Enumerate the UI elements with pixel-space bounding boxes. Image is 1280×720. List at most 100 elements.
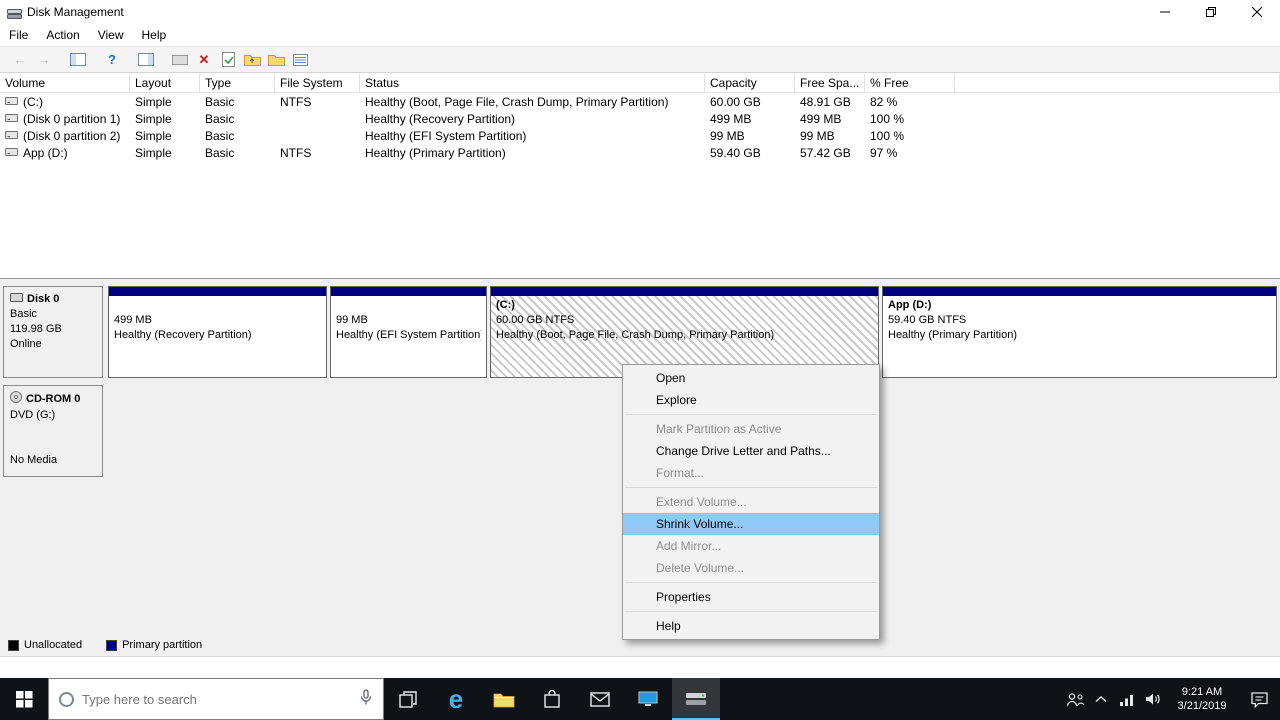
action-center-icon[interactable] bbox=[1238, 678, 1280, 720]
screen: Disk Management File Action View Help ← … bbox=[0, 0, 1280, 720]
column-header-free-space[interactable]: Free Spa... bbox=[795, 74, 865, 92]
up-folder-icon[interactable] bbox=[240, 49, 264, 71]
folder-icon[interactable] bbox=[264, 49, 288, 71]
partition-d[interactable]: App (D:) 59.40 GB NTFS Healthy (Primary … bbox=[882, 286, 1277, 378]
volume-capacity: 99 MB bbox=[710, 128, 745, 143]
column-header-file-system[interactable]: File System bbox=[275, 74, 360, 92]
delete-volume-icon[interactable]: ✕ bbox=[192, 49, 216, 71]
unallocated-swatch bbox=[8, 639, 19, 651]
column-header-layout[interactable]: Layout bbox=[130, 74, 200, 92]
start-button[interactable] bbox=[0, 678, 48, 720]
disk0-state: Online bbox=[10, 338, 42, 350]
menu-file[interactable]: File bbox=[0, 25, 37, 45]
table-row[interactable]: (C:) Simple Basic NTFS Healthy (Boot, Pa… bbox=[0, 93, 1280, 110]
column-header-volume[interactable]: Volume bbox=[0, 74, 130, 92]
restore-button[interactable] bbox=[1188, 0, 1234, 24]
column-header-pct-free[interactable]: % Free bbox=[865, 74, 955, 92]
volume-type: Basic bbox=[205, 94, 235, 109]
partition-name bbox=[114, 298, 321, 313]
cdrom-state: No Media bbox=[10, 454, 58, 466]
menu-help[interactable]: Help bbox=[133, 25, 176, 45]
volume-name: (Disk 0 partition 2) bbox=[23, 128, 121, 143]
edge-icon[interactable]: e bbox=[432, 678, 480, 720]
partition-color-band bbox=[883, 287, 1276, 296]
volume-layout: Simple bbox=[135, 145, 172, 160]
menu-separator bbox=[625, 414, 877, 415]
computer-icon[interactable] bbox=[624, 678, 672, 720]
volume-free: 57.42 GB bbox=[800, 145, 851, 160]
store-icon[interactable] bbox=[528, 678, 576, 720]
context-menu: Open Explore Mark Partition as Active Ch… bbox=[622, 364, 880, 640]
partition-status: Healthy (Primary Partition) bbox=[888, 329, 1017, 341]
disk-management-taskbar-icon[interactable] bbox=[672, 678, 720, 720]
mail-icon[interactable] bbox=[576, 678, 624, 720]
volume-free: 48.91 GB bbox=[800, 94, 851, 109]
menu-separator bbox=[625, 611, 877, 612]
people-icon[interactable] bbox=[1062, 678, 1088, 720]
volume-name: (C:) bbox=[23, 94, 43, 109]
column-header-capacity[interactable]: Capacity bbox=[705, 74, 795, 92]
cdrom-name: CD-ROM 0 bbox=[26, 393, 81, 405]
taskbar-search[interactable] bbox=[48, 678, 384, 720]
partition-color-band bbox=[331, 287, 486, 296]
partition-status: Healthy (Boot, Page File, Crash Dump, Pr… bbox=[496, 329, 775, 341]
cdrom-icon bbox=[10, 391, 22, 408]
toolbar: ← → ? ✕ bbox=[0, 46, 1280, 73]
cdrom-info-panel[interactable]: CD-ROM 0 DVD (G:) No Media bbox=[3, 385, 103, 477]
search-input[interactable] bbox=[82, 691, 351, 707]
disk-icon bbox=[10, 292, 23, 307]
volume-status: Healthy (Recovery Partition) bbox=[365, 111, 516, 126]
menu-action[interactable]: Action bbox=[37, 25, 88, 45]
partition-color-band bbox=[491, 287, 878, 296]
window-title: Disk Management bbox=[27, 5, 124, 19]
task-view-icon[interactable] bbox=[384, 678, 432, 720]
primary-partition-swatch bbox=[106, 639, 118, 651]
legend-label: Unallocated bbox=[24, 639, 83, 651]
menu-item-change-drive-letter[interactable]: Change Drive Letter and Paths... bbox=[623, 440, 879, 462]
hidden-icons-chevron[interactable] bbox=[1088, 678, 1114, 720]
volume-icon bbox=[5, 112, 18, 126]
menu-item-add-mirror: Add Mirror... bbox=[656, 539, 722, 553]
volume-icon bbox=[5, 95, 18, 109]
list-view-icon[interactable] bbox=[288, 49, 312, 71]
show-action-pane-icon[interactable] bbox=[134, 49, 158, 71]
volume-status: Healthy (EFI System Partition) bbox=[365, 128, 527, 143]
menu-view[interactable]: View bbox=[89, 25, 133, 45]
volume-name: (Disk 0 partition 1) bbox=[23, 111, 121, 126]
column-header-status[interactable]: Status bbox=[360, 74, 705, 92]
menu-item-help[interactable]: Help bbox=[623, 615, 879, 637]
volume-status: Healthy (Boot, Page File, Crash Dump, Pr… bbox=[365, 94, 669, 109]
table-row[interactable]: App (D:) Simple Basic NTFS Healthy (Prim… bbox=[0, 144, 1280, 161]
screen-icon[interactable] bbox=[168, 49, 192, 71]
table-row[interactable]: (Disk 0 partition 1) Simple Basic Health… bbox=[0, 110, 1280, 127]
back-icon[interactable]: ← bbox=[8, 49, 32, 71]
column-header-type[interactable]: Type bbox=[200, 74, 275, 92]
volume-icon bbox=[5, 146, 18, 160]
menu-item-explore[interactable]: Explore bbox=[623, 389, 879, 411]
table-row[interactable]: (Disk 0 partition 2) Simple Basic Health… bbox=[0, 127, 1280, 144]
network-icon[interactable] bbox=[1114, 678, 1140, 720]
check-document-icon[interactable] bbox=[216, 49, 240, 71]
volume-icon bbox=[5, 129, 18, 143]
help-icon[interactable]: ? bbox=[100, 49, 124, 71]
partition-size: 499 MB bbox=[114, 314, 152, 326]
volume-pct-free: 97 % bbox=[870, 145, 898, 160]
partition-efi[interactable]: 99 MB Healthy (EFI System Partition) bbox=[330, 286, 487, 378]
show-console-tree-icon[interactable] bbox=[66, 49, 90, 71]
window-bottom-strip bbox=[0, 656, 1280, 678]
partition-recovery[interactable]: 499 MB Healthy (Recovery Partition) bbox=[108, 286, 327, 378]
volume-free: 499 MB bbox=[800, 111, 842, 126]
menu-item-open[interactable]: Open bbox=[623, 367, 879, 389]
volume-icon[interactable] bbox=[1140, 678, 1166, 720]
minimize-button[interactable] bbox=[1142, 0, 1188, 24]
microphone-icon[interactable] bbox=[359, 689, 373, 709]
close-button[interactable] bbox=[1234, 0, 1280, 24]
menu-item-shrink-volume[interactable]: Shrink Volume... bbox=[623, 513, 879, 535]
file-explorer-icon[interactable] bbox=[480, 678, 528, 720]
menu-item-extend-volume: Extend Volume... bbox=[656, 495, 747, 509]
taskbar-clock[interactable]: 9:21 AM 3/21/2019 bbox=[1166, 685, 1238, 713]
menu-item-properties[interactable]: Properties bbox=[623, 586, 879, 608]
disk0-info-panel[interactable]: Disk 0 Basic 119.98 GB Online bbox=[3, 286, 103, 378]
titlebar[interactable]: Disk Management bbox=[0, 0, 1280, 24]
forward-icon[interactable]: → bbox=[32, 49, 56, 71]
